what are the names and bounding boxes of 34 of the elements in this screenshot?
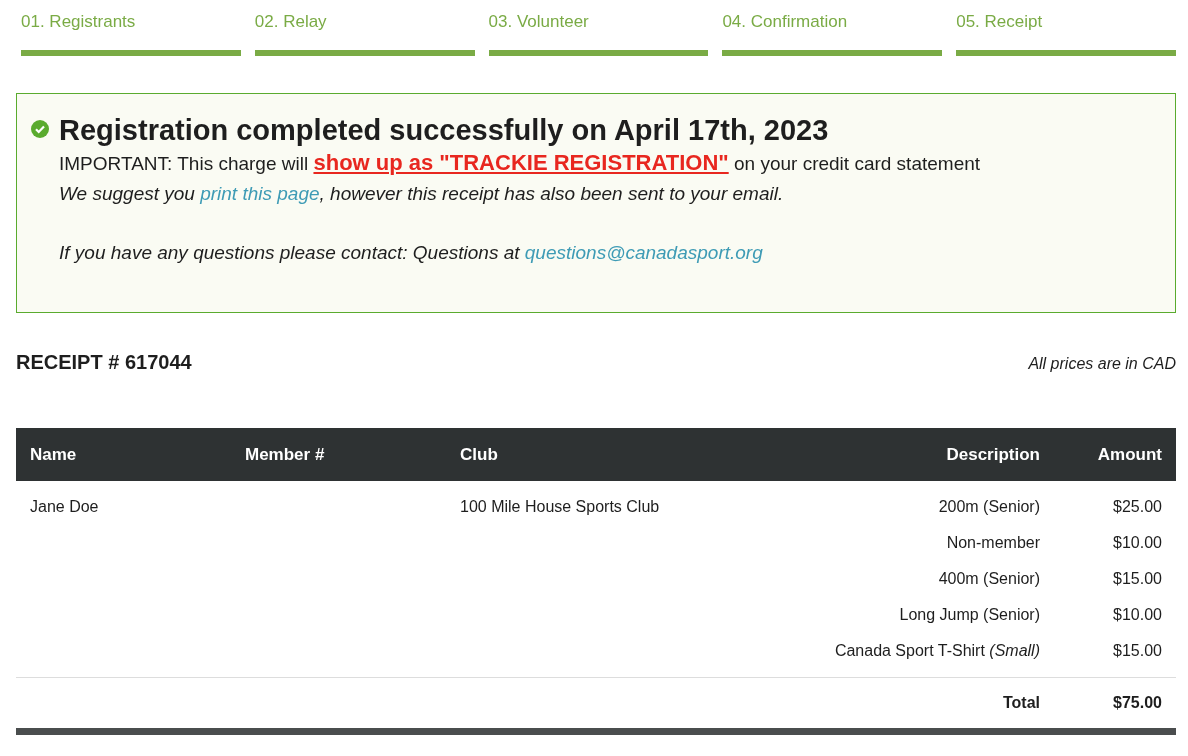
table-cell: $25.00 (1113, 498, 1162, 515)
step-tab[interactable]: 03. Volunteer (488, 12, 709, 56)
print-suggestion: We suggest you print this page, however this receipt has also been sent to your email. (59, 182, 785, 206)
column-header: Club (459, 444, 499, 465)
currency-note: All prices are in CAD (1028, 355, 1176, 373)
total-label: Total (1002, 694, 1040, 711)
table-cell: $15.00 (1113, 642, 1162, 659)
step-tab[interactable]: 02. Relay (254, 12, 475, 56)
contact-text: If you have any questions please contact: Questions at questions@canadasport.org (59, 241, 764, 265)
table-cell: Non-member (946, 534, 1040, 551)
billing-name-link[interactable]: show up as "TRACKIE REGISTRATION" (313, 150, 729, 175)
table-cell: Canada Sport T-Shirt (Small) (834, 642, 1040, 659)
total-amount: $75.00 (1113, 694, 1162, 711)
step-tab[interactable]: 04. Confirmation (722, 12, 943, 56)
important-notice: IMPORTANT: This charge will show up as "TRACKIE REGISTRATION" on your credit card statement (59, 149, 981, 177)
email-link[interactable]: questions@canadasport.org (524, 242, 763, 263)
column-header: Amount (1096, 444, 1163, 465)
table-cell: 200m (Senior) (938, 498, 1040, 515)
table-cell: $10.00 (1113, 534, 1162, 551)
table-cell: Jane Doe (30, 498, 99, 515)
table-cell: 100 Mile House Sports Club (460, 498, 660, 515)
step-tab[interactable]: 01. Registrants (21, 12, 241, 56)
step-tab[interactable]: 05. Receipt (956, 12, 1176, 56)
table-cell: $10.00 (1113, 606, 1162, 623)
print-page-link[interactable]: print this page (200, 183, 320, 204)
check-circle-icon (31, 120, 49, 138)
table-cell: $15.00 (1113, 570, 1162, 587)
receipt-number: RECEIPT # 617044 (16, 351, 192, 374)
success-title: Registration completed successfully on April 17th, 2023 (59, 113, 830, 148)
table-cell: 400m (Senior) (938, 570, 1040, 587)
column-header: Member # (244, 444, 326, 465)
column-header: Name (29, 444, 78, 465)
table-cell: Long Jump (Senior) (899, 606, 1040, 623)
column-header: Description (945, 444, 1041, 465)
